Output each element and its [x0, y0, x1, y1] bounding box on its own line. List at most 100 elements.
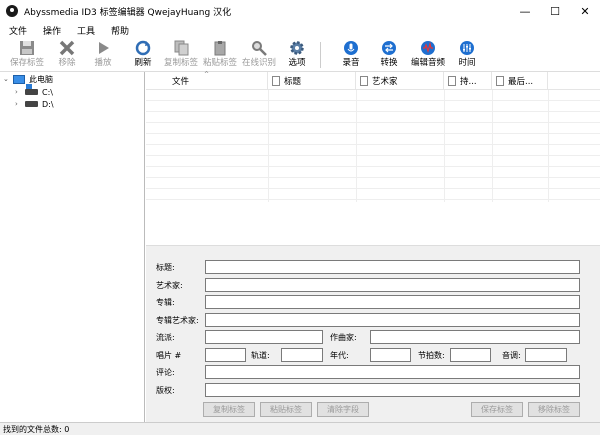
key-field[interactable] [525, 348, 567, 362]
online-identify-label: 在线识别 [241, 58, 276, 68]
clear-fields-button[interactable]: 清除字段 [317, 402, 369, 417]
equalizer-icon [458, 40, 476, 56]
album-field[interactable] [205, 295, 580, 309]
paste-tag-toolbar-button[interactable]: 粘贴标签 [201, 40, 239, 70]
table-row [146, 101, 600, 112]
copy-tag-button[interactable]: 复制标签 [203, 402, 255, 417]
genre-label: 流派: [156, 333, 175, 342]
play-icon [94, 40, 112, 56]
maximize-button[interactable]: ☐ [540, 0, 570, 22]
column-title[interactable]: 标题 [268, 72, 356, 90]
album-label: 专辑: [156, 298, 175, 307]
bpm-label: 节拍数: [418, 351, 445, 360]
menu-tools[interactable]: 工具 [69, 24, 103, 37]
table-row [146, 178, 600, 189]
title-bar: Abyssmedia ID3 标签编辑器 QwejayHuang 汉化 — ☐ … [0, 0, 600, 22]
copy-icon [172, 40, 190, 56]
tree-item-drive-c[interactable]: › C:\ [15, 84, 53, 98]
bpm-field[interactable] [450, 348, 491, 362]
document-icon [496, 76, 504, 86]
remove-button[interactable]: 移除 [54, 40, 80, 70]
edit-audio-label: 编辑音频 [410, 58, 445, 68]
refresh-label: 刷新 [134, 58, 152, 68]
drive-c-label: C:\ [42, 87, 53, 97]
year-field[interactable] [370, 348, 411, 362]
table-row [146, 145, 600, 156]
options-button[interactable]: 选项 [284, 40, 310, 70]
drive-icon [25, 84, 38, 95]
time-button[interactable]: 时间 [454, 40, 480, 70]
file-list[interactable]: ^ 文件 标题 艺术家 持... 最后... [146, 71, 600, 245]
computer-icon [13, 74, 25, 84]
comment-field[interactable] [205, 365, 580, 379]
menu-help[interactable]: 帮助 [103, 24, 137, 37]
remove-tag-button[interactable]: 移除标签 [528, 402, 580, 417]
column-title-label: 标题 [284, 77, 302, 87]
expand-arrow-icon[interactable]: › [15, 100, 25, 108]
menu-file[interactable]: 文件 [0, 24, 35, 37]
refresh-button[interactable]: 刷新 [130, 40, 156, 70]
column-modified[interactable]: 最后... [492, 72, 548, 90]
paste-tag-toolbar-label: 粘贴标签 [202, 58, 237, 68]
track-label: 轨道: [251, 351, 270, 360]
time-label: 时间 [458, 58, 476, 68]
save-tag-editor-button[interactable]: 保存标签 [471, 402, 523, 417]
composer-label: 作曲家: [330, 333, 357, 342]
menu-action[interactable]: 操作 [35, 24, 69, 37]
toolbar-separator [320, 42, 321, 68]
remove-label: 移除 [58, 58, 76, 68]
table-row [146, 134, 600, 145]
sort-arrow-icon: ^ [204, 71, 210, 78]
app-icon [6, 5, 18, 17]
save-tag-button[interactable]: 保存标签 [8, 40, 46, 70]
album-artist-field[interactable] [205, 313, 580, 327]
document-icon [448, 76, 456, 86]
table-row [146, 123, 600, 134]
column-file[interactable]: ^ 文件 [146, 71, 268, 90]
title-label: 标题: [156, 263, 175, 272]
album-artist-label: 专辑艺术家: [156, 316, 199, 325]
column-divider [356, 90, 357, 202]
convert-button[interactable]: 转换 [376, 40, 402, 70]
play-button[interactable]: 播放 [90, 40, 116, 70]
microphone-icon [342, 40, 360, 56]
expand-arrow-icon[interactable]: › [15, 88, 25, 96]
disc-field[interactable] [205, 348, 246, 362]
minimize-button[interactable]: — [510, 0, 540, 22]
column-duration-label: 持... [460, 77, 477, 87]
tree-root-label: 此电脑 [29, 74, 53, 84]
folder-tree[interactable]: ⌄ 此电脑 › C:\ › D:\ [0, 72, 145, 422]
magnifier-icon [250, 40, 268, 56]
column-modified-label: 最后... [508, 77, 534, 87]
track-field[interactable] [281, 348, 323, 362]
comment-label: 评论: [156, 368, 175, 377]
document-icon [360, 76, 368, 86]
artist-field[interactable] [205, 278, 580, 292]
window-title: Abyssmedia ID3 标签编辑器 QwejayHuang 汉化 [24, 7, 232, 18]
column-artist[interactable]: 艺术家 [356, 72, 444, 90]
tree-item-drive-d[interactable]: › D:\ [15, 98, 54, 110]
drive-d-label: D:\ [42, 99, 54, 109]
copyright-label: 版权: [156, 386, 175, 395]
column-divider [548, 90, 549, 202]
clipboard-icon [211, 40, 229, 56]
close-button[interactable]: ✕ [570, 0, 600, 22]
copyright-field[interactable] [205, 383, 580, 397]
online-identify-button[interactable]: 在线识别 [240, 40, 278, 70]
copy-tag-toolbar-label: 复制标签 [163, 58, 198, 68]
column-duration[interactable]: 持... [444, 72, 492, 90]
composer-field[interactable] [370, 330, 580, 344]
record-label: 录音 [342, 58, 360, 68]
convert-label: 转换 [380, 58, 398, 68]
paste-tag-button[interactable]: 粘贴标签 [260, 402, 312, 417]
menu-bar: 文件 操作 工具 帮助 [0, 22, 600, 38]
edit-audio-button[interactable]: 编辑音频 [409, 40, 447, 70]
copy-tag-toolbar-button[interactable]: 复制标签 [162, 40, 200, 70]
title-field[interactable] [205, 260, 580, 274]
record-button[interactable]: 录音 [338, 40, 364, 70]
collapse-arrow-icon[interactable]: ⌄ [3, 75, 13, 83]
table-row [146, 90, 600, 101]
audio-edit-icon [419, 40, 437, 56]
genre-field[interactable] [205, 330, 323, 344]
tag-editor: 标题: 艺术家: 专辑: 专辑艺术家: 流派: 作曲家: 唱片 # 轨道: 年代… [146, 245, 600, 422]
